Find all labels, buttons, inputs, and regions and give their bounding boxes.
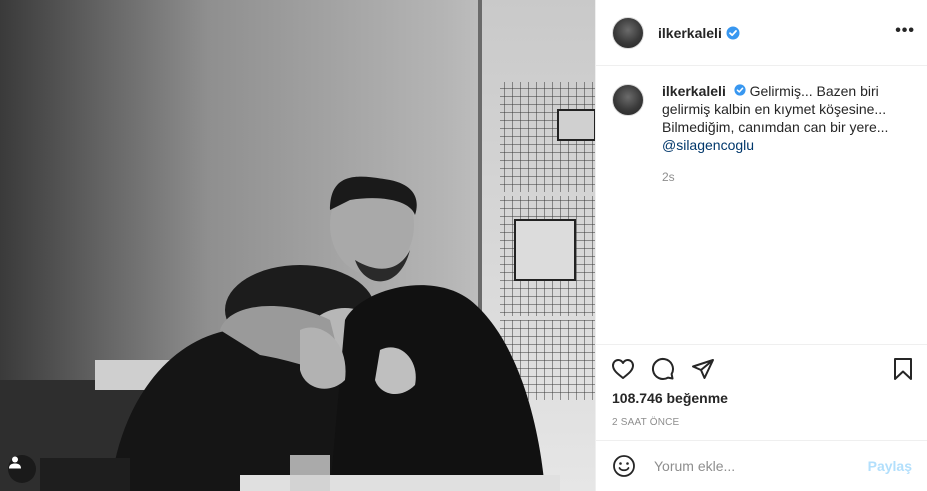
post-header: ilkerkaleli ••• <box>596 0 927 66</box>
comments-area: ilkerkaleli Gelirmiş... Bazen biri gelir… <box>596 66 927 344</box>
user-icon <box>9 456 21 469</box>
comment-form: Paylaş <box>596 440 927 491</box>
user-tag-button[interactable] <box>8 455 36 483</box>
caption-mention-link[interactable]: @silagencoglu <box>662 136 902 154</box>
caption-username[interactable]: ilkerkaleli <box>662 83 726 99</box>
caption: ilkerkaleli Gelirmiş... Bazen biri gelir… <box>612 82 911 154</box>
photo-image <box>0 0 595 491</box>
caption-body: ilkerkaleli Gelirmiş... Bazen biri gelir… <box>662 82 902 154</box>
emoji-icon[interactable] <box>612 454 636 478</box>
comment-icon[interactable] <box>650 356 676 382</box>
post-comment-button[interactable]: Paylaş <box>868 458 912 474</box>
post-timestamp[interactable]: 2 SAAT ÖNCE <box>596 417 927 431</box>
send-icon[interactable] <box>690 356 716 382</box>
caption-avatar[interactable] <box>612 84 644 116</box>
actions-section: 108.746 beğenme 2 SAAT ÖNCE <box>596 344 927 431</box>
header-username[interactable]: ilkerkaleli <box>658 25 722 41</box>
post-photo[interactable] <box>0 0 595 491</box>
post-sidebar: ilkerkaleli ••• ilkerkaleli Gelirmiş... … <box>595 0 927 491</box>
action-bar <box>596 345 927 393</box>
comment-input[interactable] <box>654 458 868 474</box>
heart-icon[interactable] <box>610 356 636 382</box>
more-options-button[interactable]: ••• <box>895 22 915 40</box>
verified-badge-icon <box>726 26 740 40</box>
bookmark-icon[interactable] <box>890 356 916 382</box>
caption-verified-icon <box>734 84 746 96</box>
avatar[interactable] <box>612 16 644 49</box>
caption-time[interactable]: 2s <box>662 170 911 184</box>
